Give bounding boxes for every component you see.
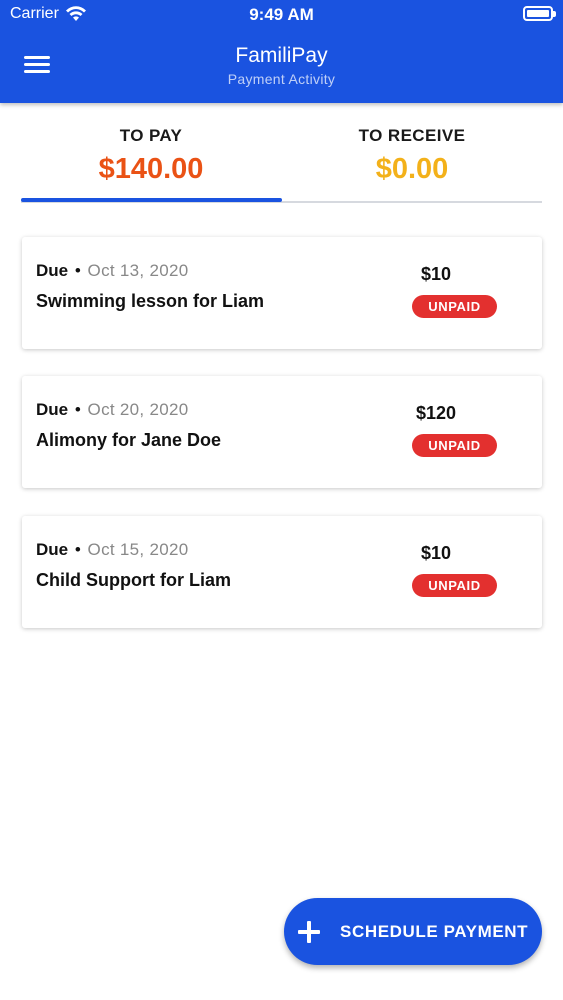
due-label: Due: [36, 400, 69, 419]
tab-to-pay-label: TO PAY: [119, 126, 183, 145]
due-label: Due: [36, 261, 69, 280]
status-badge: UNPAID: [412, 434, 497, 457]
tab-selected-indicator: [21, 198, 282, 202]
status-badge: UNPAID: [412, 295, 497, 318]
app-header: Carrier 9:49 AM FamiliPay Payment Activi…: [0, 0, 563, 103]
due-date: Oct 13, 2020: [87, 261, 189, 280]
due-date: Oct 20, 2020: [87, 400, 189, 419]
due-label: Due: [36, 540, 69, 559]
bullet-separator: •: [74, 540, 81, 559]
battery-level: [527, 10, 549, 17]
due-date: Oct 15, 2020: [87, 540, 189, 559]
payment-amount: $120: [415, 403, 457, 423]
bullet-separator: •: [74, 400, 81, 419]
tab-to-receive-amount: $0.00: [375, 153, 449, 185]
payment-amount: $10: [420, 264, 452, 284]
battery-icon: [523, 6, 556, 21]
tab-to-pay[interactable]: TO PAY $140.00: [21, 118, 281, 202]
due-line: Due • Oct 15, 2020: [36, 540, 189, 560]
payment-card[interactable]: Due • Oct 20, 2020 Alimony for Jane Doe …: [22, 376, 542, 488]
app-title: FamiliPay: [235, 44, 328, 67]
tab-to-pay-amount: $140.00: [98, 153, 204, 185]
payment-title: Swimming lesson for Liam: [36, 291, 265, 311]
payment-title: Alimony for Jane Doe: [36, 430, 222, 450]
status-badge: UNPAID: [412, 574, 497, 597]
status-time: 9:49 AM: [249, 5, 314, 24]
payment-card[interactable]: Due • Oct 13, 2020 Swimming lesson for L…: [22, 237, 542, 349]
bullet-separator: •: [74, 261, 81, 280]
plus-icon: [298, 921, 320, 943]
schedule-payment-label: SCHEDULE PAYMENT: [340, 922, 529, 941]
due-line: Due • Oct 13, 2020: [36, 261, 189, 281]
schedule-payment-button[interactable]: SCHEDULE PAYMENT: [284, 898, 542, 965]
tab-to-receive[interactable]: TO RECEIVE $0.00: [282, 118, 542, 202]
app-subtitle: Payment Activity: [227, 71, 336, 87]
payment-amount: $10: [420, 543, 452, 563]
payment-card[interactable]: Due • Oct 15, 2020 Child Support for Lia…: [22, 516, 542, 628]
payment-tabs: TO PAY $140.00 TO RECEIVE $0.00: [21, 118, 542, 204]
status-bar: Carrier 9:49 AM: [0, 0, 563, 30]
tab-to-receive-label: TO RECEIVE: [358, 126, 466, 145]
due-line: Due • Oct 20, 2020: [36, 400, 189, 420]
payment-title: Child Support for Liam: [36, 570, 231, 590]
